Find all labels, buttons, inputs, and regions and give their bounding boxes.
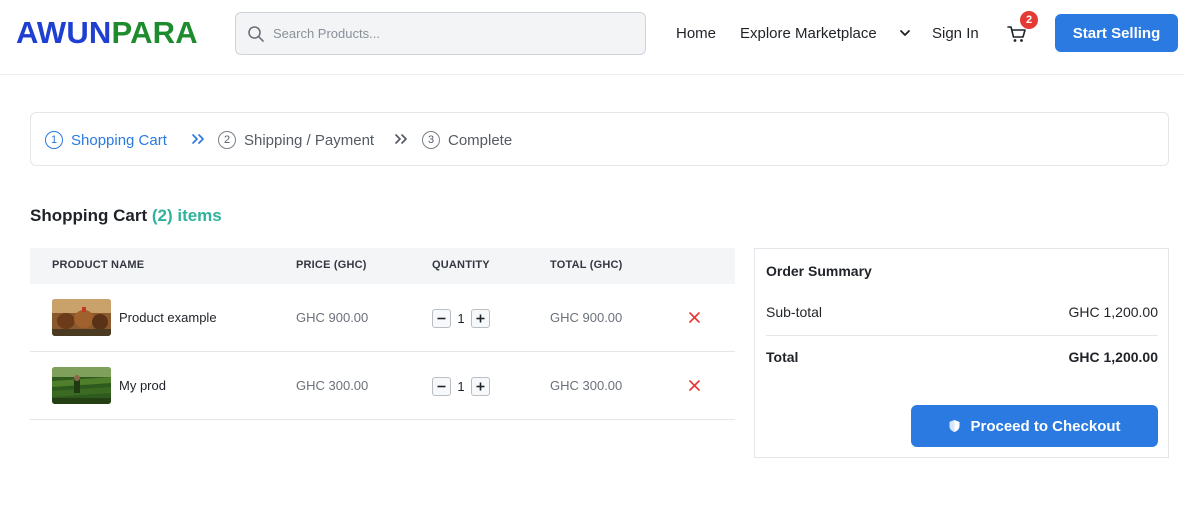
- cart-heading-text: Shopping Cart: [30, 206, 148, 225]
- brand-logo[interactable]: AWUNPARA: [16, 15, 198, 51]
- step-number: 1: [45, 131, 63, 149]
- minus-icon: [437, 385, 446, 387]
- decrease-quantity-button[interactable]: [432, 308, 451, 328]
- chevron-down-icon[interactable]: [899, 27, 911, 39]
- column-header-quantity: QUANTITY: [432, 259, 490, 271]
- step-complete[interactable]: 3 Complete: [422, 130, 512, 150]
- table-row: Product example GHC 900.00 1 GHC 900.00: [30, 284, 735, 352]
- remove-item-icon[interactable]: [688, 311, 701, 324]
- remove-item-icon[interactable]: [688, 379, 701, 392]
- row-total: GHC 900.00: [550, 310, 623, 325]
- double-chevron-right-icon: [395, 134, 407, 144]
- column-header-total: TOTAL (GHC): [550, 259, 623, 271]
- cart-table-header: PRODUCT NAME PRICE (GHC) QUANTITY TOTAL …: [30, 248, 735, 284]
- step-shopping-cart[interactable]: 1 Shopping Cart: [45, 130, 167, 150]
- product-thumbnail[interactable]: [52, 299, 111, 336]
- decrease-quantity-button[interactable]: [432, 376, 451, 396]
- quantity-stepper: 1: [432, 376, 490, 396]
- cart-heading: Shopping Cart (2) items: [30, 205, 222, 227]
- order-summary-title: Order Summary: [766, 263, 872, 279]
- increase-quantity-button[interactable]: [471, 308, 490, 328]
- nav-explore-marketplace-link[interactable]: Explore Marketplace: [740, 24, 877, 44]
- quantity-value: 1: [457, 378, 465, 394]
- product-thumbnail[interactable]: [52, 367, 111, 404]
- top-header: AWUNPARA Home Explore Marketplace Sign I…: [0, 0, 1184, 75]
- logo-part-1: AWUN: [16, 15, 112, 50]
- start-selling-button[interactable]: Start Selling: [1055, 14, 1178, 52]
- search-bar: [235, 12, 646, 55]
- logo-part-2: PARA: [111, 15, 198, 50]
- row-total: GHC 300.00: [550, 378, 623, 393]
- step-number: 3: [422, 131, 440, 149]
- product-name[interactable]: My prod: [119, 378, 166, 393]
- plus-icon: [476, 314, 485, 322]
- step-number: 2: [218, 131, 236, 149]
- cart-count-badge: 2: [1020, 11, 1038, 29]
- cart-item-count: (2) items: [151, 206, 222, 225]
- nav-signin-link[interactable]: Sign In: [932, 24, 979, 44]
- plus-icon: [476, 382, 485, 390]
- column-header-product-name: PRODUCT NAME: [52, 259, 145, 271]
- step-label: Complete: [448, 131, 513, 149]
- summary-divider: [766, 335, 1158, 336]
- order-summary-panel: Order Summary Sub-total GHC 1,200.00 Tot…: [754, 248, 1169, 458]
- product-price: GHC 900.00: [296, 310, 369, 325]
- search-input[interactable]: [273, 13, 633, 54]
- step-shipping-payment[interactable]: 2 Shipping / Payment: [218, 130, 374, 150]
- double-chevron-right-icon: [192, 134, 204, 144]
- step-label: Shipping / Payment: [244, 131, 375, 149]
- product-name[interactable]: Product example: [119, 310, 217, 325]
- nav-home-link[interactable]: Home: [676, 24, 716, 44]
- subtotal-value: GHC 1,200.00: [1068, 304, 1159, 320]
- quantity-value: 1: [457, 310, 465, 326]
- product-price: GHC 300.00: [296, 378, 369, 393]
- proceed-to-checkout-button[interactable]: Proceed to Checkout: [911, 405, 1158, 447]
- checkout-steps: 1 Shopping Cart 2 Shipping / Payment 3 C…: [30, 112, 1169, 166]
- subtotal-label: Sub-total: [766, 304, 823, 320]
- checkout-button-label: Proceed to Checkout: [970, 417, 1121, 435]
- increase-quantity-button[interactable]: [471, 376, 490, 396]
- step-label: Shopping Cart: [71, 131, 167, 149]
- table-row: My prod GHC 300.00 1 GHC 300.00: [30, 352, 735, 420]
- total-label: Total: [766, 349, 799, 365]
- search-icon: [248, 26, 264, 42]
- shield-icon: [949, 420, 960, 432]
- minus-icon: [437, 317, 446, 319]
- total-value: GHC 1,200.00: [1068, 349, 1159, 365]
- column-header-price: PRICE (GHC): [296, 259, 367, 271]
- quantity-stepper: 1: [432, 308, 490, 328]
